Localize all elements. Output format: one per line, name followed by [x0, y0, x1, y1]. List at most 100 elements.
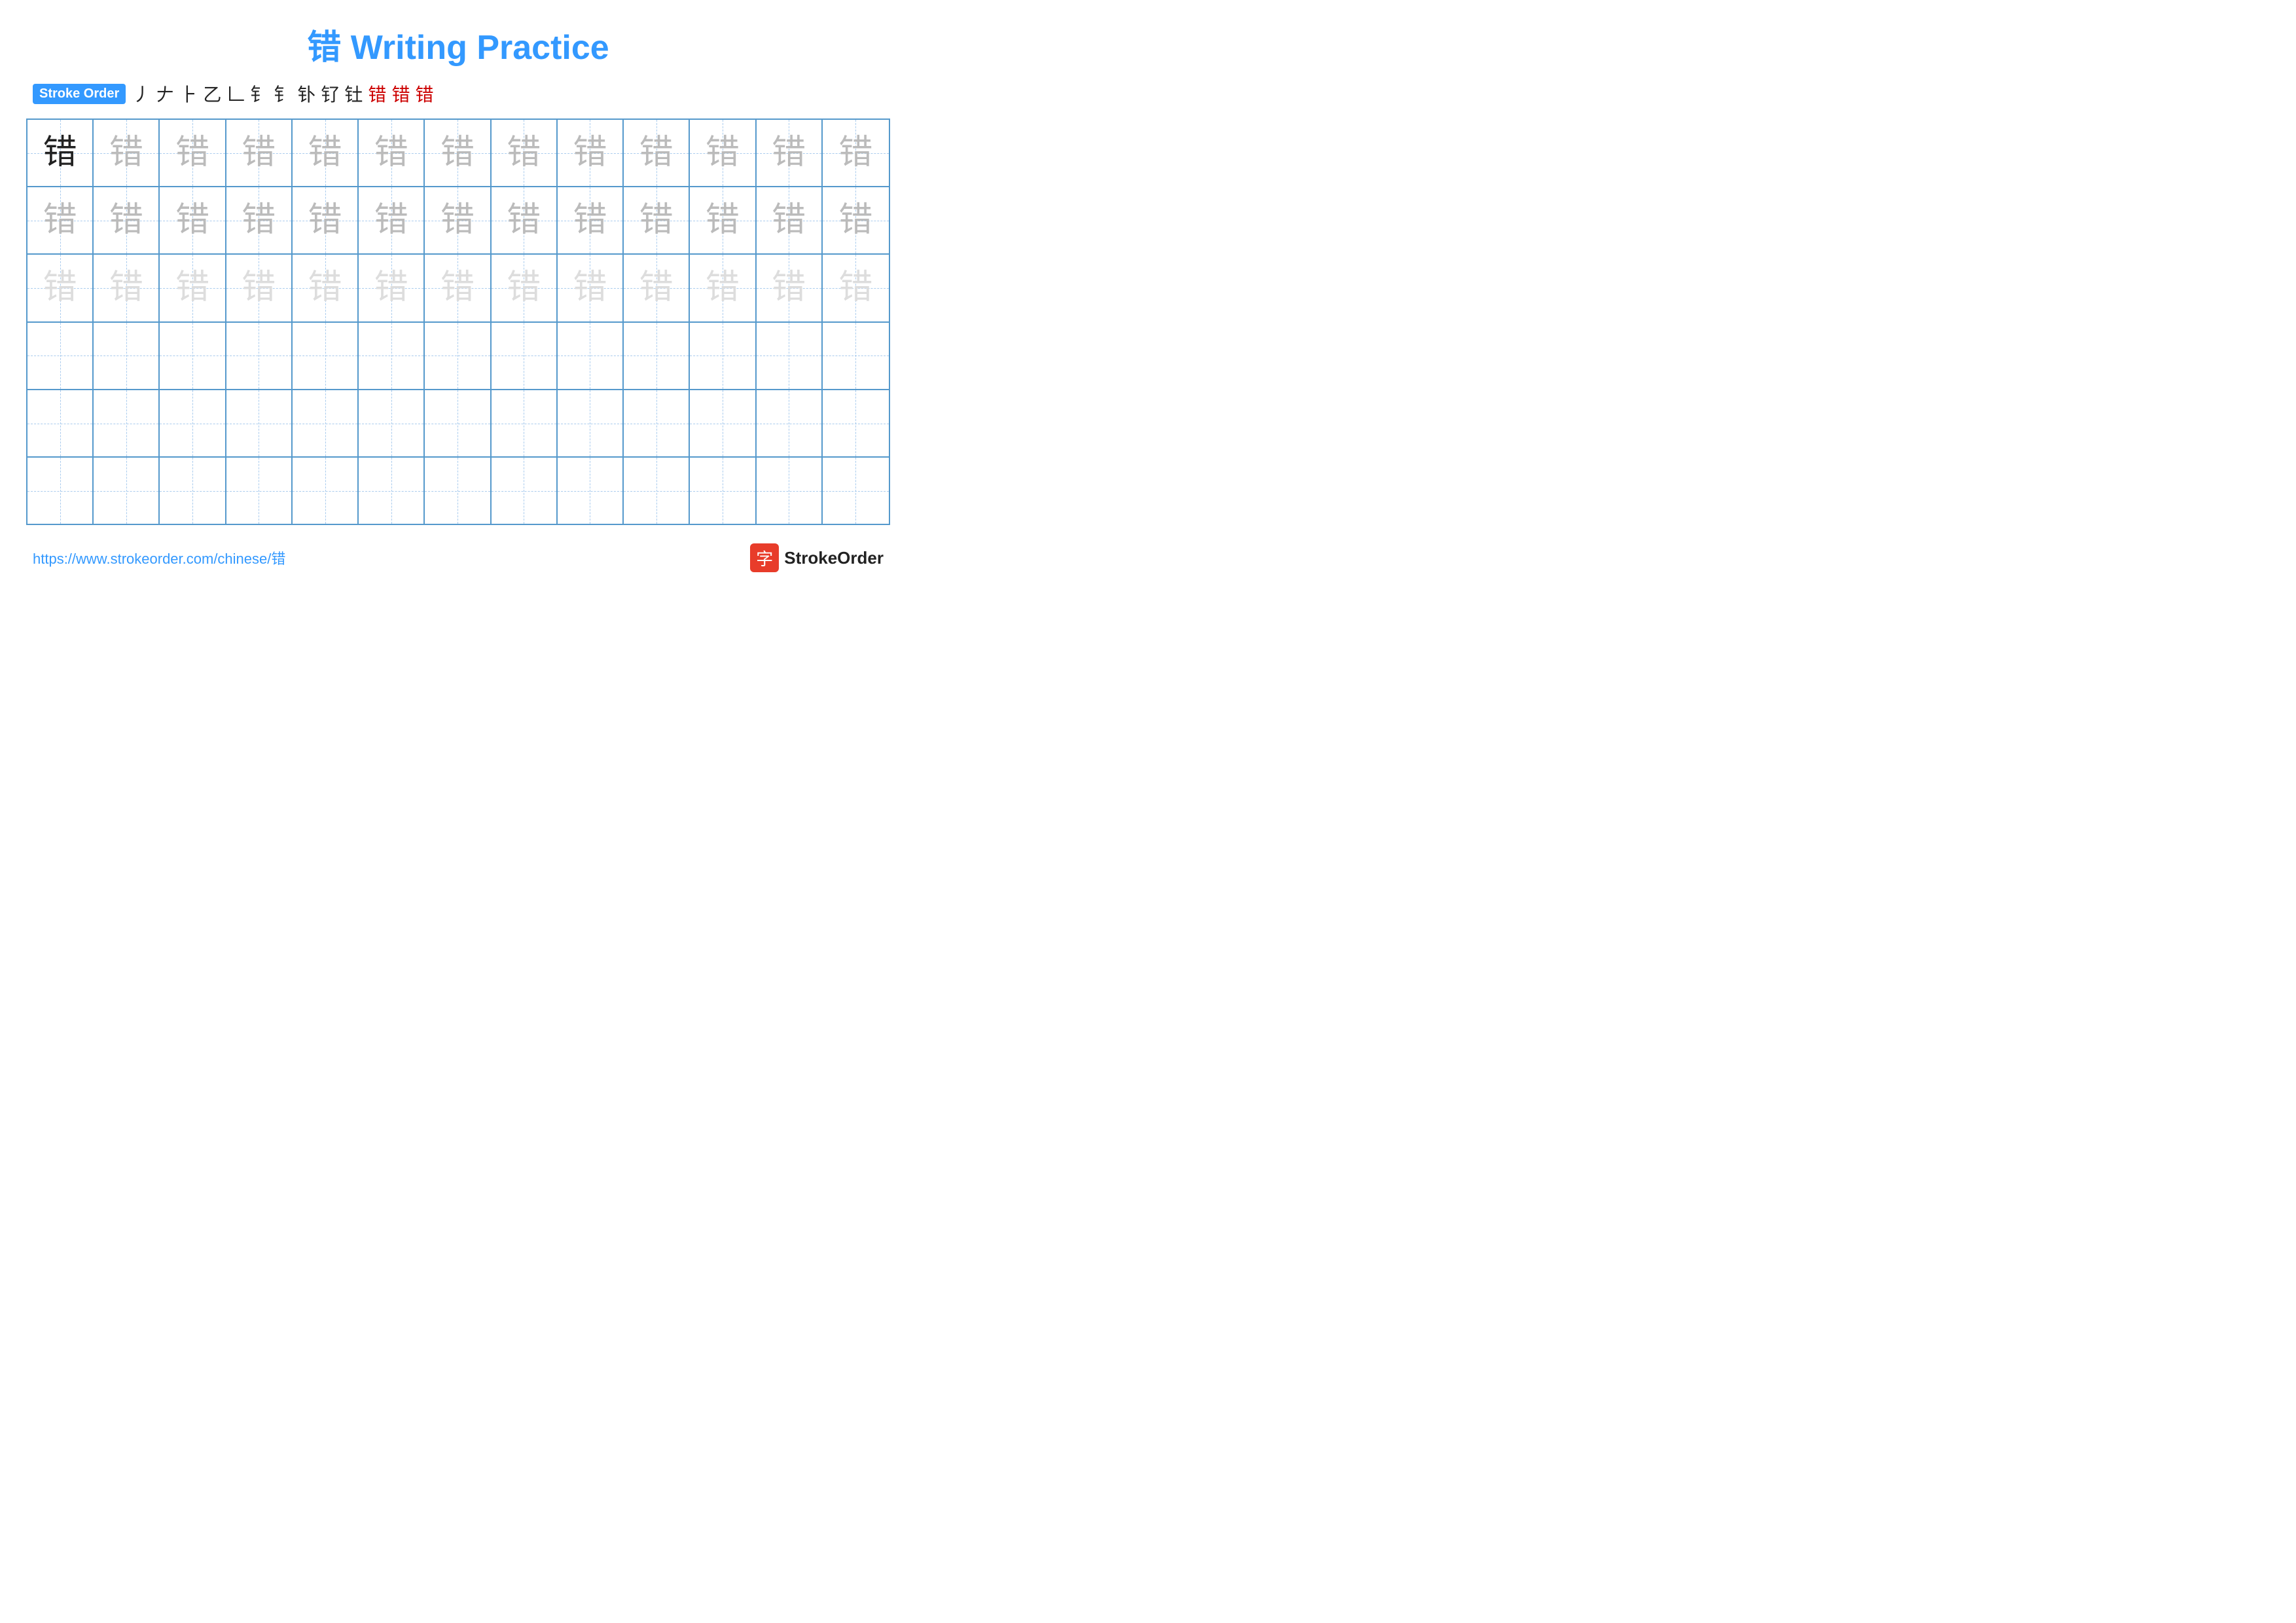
grid-cell[interactable] [757, 458, 823, 524]
stroke-10: 钍 [344, 81, 363, 107]
page-title: 错 Writing Practice [307, 29, 609, 67]
stroke-13: 错 [415, 81, 433, 107]
footer-logo: 字 StrokeOrder [750, 543, 884, 572]
grid-cell: 错 [293, 187, 359, 253]
grid-cell[interactable] [624, 323, 690, 389]
strokeorder-logo-icon: 字 [750, 543, 779, 572]
grid-cell[interactable] [492, 458, 558, 524]
grid-cell: 错 [359, 187, 425, 253]
grid-cell[interactable] [359, 458, 425, 524]
grid-cell[interactable] [823, 390, 889, 456]
grid-cell: 错 [558, 255, 624, 321]
grid-cell: 错 [160, 255, 226, 321]
grid-cell: 错 [823, 120, 889, 186]
grid-cell: 错 [359, 120, 425, 186]
grid-cell[interactable] [425, 323, 491, 389]
grid-cell: 错 [27, 187, 94, 253]
grid-cell[interactable] [690, 390, 756, 456]
grid-cell[interactable] [757, 390, 823, 456]
grid-row-6 [27, 458, 889, 524]
grid-cell[interactable] [226, 323, 293, 389]
grid-cell: 错 [226, 255, 293, 321]
grid-cell[interactable] [558, 458, 624, 524]
grid-cell: 错 [226, 187, 293, 253]
grid-cell: 错 [425, 120, 491, 186]
grid-cell: 错 [492, 120, 558, 186]
grid-cell: 错 [757, 120, 823, 186]
grid-cell[interactable] [624, 458, 690, 524]
grid-cell[interactable] [690, 458, 756, 524]
grid-cell[interactable] [558, 390, 624, 456]
grid-cell: 错 [690, 187, 756, 253]
grid-cell[interactable] [94, 458, 160, 524]
grid-cell[interactable] [492, 390, 558, 456]
grid-cell[interactable] [27, 390, 94, 456]
grid-cell[interactable] [558, 323, 624, 389]
grid-row-2: 错 错 错 错 错 错 错 错 错 错 错 错 错 [27, 187, 889, 255]
grid-cell[interactable] [425, 390, 491, 456]
stroke-7: 钅 [274, 81, 292, 107]
grid-cell[interactable] [226, 390, 293, 456]
grid-cell[interactable] [823, 458, 889, 524]
grid-cell: 错 [94, 187, 160, 253]
stroke-12: 错 [391, 81, 410, 107]
grid-cell[interactable] [160, 323, 226, 389]
grid-cell: 错 [492, 187, 558, 253]
stroke-3: ⺊ [179, 81, 198, 107]
stroke-4: 乙 [203, 81, 221, 107]
stroke-11: 错 [368, 81, 386, 107]
grid-row-1: 错 错 错 错 错 错 错 错 错 错 错 错 错 [27, 120, 889, 187]
stroke-5: 𠃊 [226, 81, 245, 107]
stroke-1: 丿 [132, 81, 151, 107]
grid-cell: 错 [293, 120, 359, 186]
grid-cell: 错 [27, 120, 94, 186]
stroke-6: 钅 [250, 81, 268, 107]
stroke-9: 钌 [321, 81, 339, 107]
grid-cell: 错 [94, 120, 160, 186]
grid-cell: 错 [27, 255, 94, 321]
title-area: 错 Writing Practice [26, 20, 890, 69]
footer: https://www.strokeorder.com/chinese/错 字 … [26, 543, 890, 572]
grid-cell: 错 [624, 255, 690, 321]
grid-cell: 错 [558, 120, 624, 186]
grid-cell: 错 [425, 187, 491, 253]
stroke-2: 𠂇 [156, 81, 174, 107]
grid-cell: 错 [823, 255, 889, 321]
grid-cell: 错 [492, 255, 558, 321]
grid-cell: 错 [160, 120, 226, 186]
grid-cell[interactable] [27, 458, 94, 524]
grid-cell[interactable] [359, 390, 425, 456]
grid-cell: 错 [690, 120, 756, 186]
grid-cell: 错 [624, 120, 690, 186]
grid-cell[interactable] [425, 458, 491, 524]
grid-cell: 错 [160, 187, 226, 253]
grid-cell[interactable] [94, 390, 160, 456]
grid-cell[interactable] [293, 390, 359, 456]
grid-cell: 错 [226, 120, 293, 186]
grid-cell: 错 [359, 255, 425, 321]
stroke-order-row: Stroke Order 丿 𠂇 ⺊ 乙 𠃊 钅 钅 钋 钌 钍 错 错 错 [26, 81, 890, 107]
grid-cell: 错 [558, 187, 624, 253]
grid-row-3: 错 错 错 错 错 错 错 错 错 错 错 错 错 [27, 255, 889, 322]
stroke-chars: 丿 𠂇 ⺊ 乙 𠃊 钅 钅 钋 钌 钍 错 错 错 [132, 81, 433, 107]
strokeorder-logo-text: StrokeOrder [784, 548, 884, 568]
grid-cell[interactable] [160, 390, 226, 456]
grid-cell[interactable] [226, 458, 293, 524]
grid-cell[interactable] [359, 323, 425, 389]
grid-cell: 错 [757, 255, 823, 321]
grid-cell[interactable] [624, 390, 690, 456]
grid-cell[interactable] [823, 323, 889, 389]
grid-row-5 [27, 390, 889, 458]
grid-cell[interactable] [293, 458, 359, 524]
grid-cell[interactable] [94, 323, 160, 389]
grid-cell: 错 [425, 255, 491, 321]
grid-cell[interactable] [293, 323, 359, 389]
grid-cell[interactable] [690, 323, 756, 389]
grid-cell[interactable] [160, 458, 226, 524]
grid-cell[interactable] [492, 323, 558, 389]
grid-cell[interactable] [757, 323, 823, 389]
grid-row-4 [27, 323, 889, 390]
grid-cell: 错 [624, 187, 690, 253]
grid-cell[interactable] [27, 323, 94, 389]
stroke-8: 钋 [297, 81, 315, 107]
